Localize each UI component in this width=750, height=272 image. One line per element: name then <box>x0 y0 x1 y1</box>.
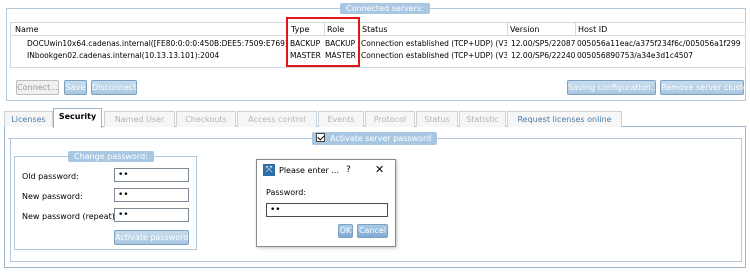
tab-events[interactable]: Events <box>318 111 364 127</box>
activate-server-password-label: Activate server password <box>330 134 432 143</box>
save-button[interactable]: Save <box>64 80 87 95</box>
cell-status: Connection established (TCP+UDP) (V3) <box>361 51 507 60</box>
col-version[interactable]: Version <box>510 25 539 34</box>
tab-security[interactable]: Security <box>53 108 102 128</box>
col-host-id[interactable]: Host ID <box>578 25 607 34</box>
type-role-highlight <box>286 17 360 67</box>
tab-request-licenses-online[interactable]: Request licenses online <box>507 111 622 127</box>
close-icon[interactable]: ✕ <box>375 163 384 176</box>
column-divider[interactable] <box>575 23 576 36</box>
dialog-password-label: Password: <box>266 188 307 197</box>
saving-configuration-button[interactable]: Saving configuration... <box>567 80 658 95</box>
new-password-label: New password: <box>22 192 83 201</box>
table-row[interactable]: DOCUwin10x64.cadenas.internal([FE80:0:0:… <box>11 39 745 50</box>
cell-host-id: 005056890753/a34e3d1c4507 <box>577 51 694 60</box>
help-icon[interactable]: ? <box>346 165 351 175</box>
new-password-field[interactable]: •• <box>114 188 189 202</box>
col-status[interactable]: Status <box>362 25 388 34</box>
change-password-title: Change password: <box>68 151 154 162</box>
cancel-button[interactable]: Cancel <box>357 224 388 238</box>
dialog-title: Please enter ... <box>279 166 340 175</box>
col-name[interactable]: Name <box>15 25 39 34</box>
tab-access-control[interactable]: Access control <box>237 111 317 127</box>
app-icon: ⤧ <box>263 164 275 176</box>
column-divider[interactable] <box>507 23 508 36</box>
connect-button[interactable]: Connect... <box>16 80 59 95</box>
ok-button[interactable]: OK <box>338 224 353 238</box>
table-row[interactable]: INbookgen02.cadenas.internal(10.13.13.10… <box>11 51 745 62</box>
remove-server-cluster-button[interactable]: Remove server cluster <box>660 80 750 95</box>
connected-servers-title: Connected servers: <box>340 3 430 14</box>
old-password-field[interactable]: •• <box>114 168 189 182</box>
cell-version: 12.00/SP6/222400 <box>511 51 575 60</box>
checkbox-icon[interactable] <box>316 133 325 142</box>
cell-host-id: 005056a11eac/a375f234f6c/005056a1f299 <box>577 39 741 48</box>
cell-name: DOCUwin10x64.cadenas.internal([FE80:0:0:… <box>27 39 287 48</box>
cell-version: 12.00/SP5/220879 <box>511 39 575 48</box>
activate-password-button[interactable]: Activate password <box>114 230 189 245</box>
old-password-label: Old password: <box>22 172 79 181</box>
password-dialog: ⤧ Please enter ... ? ✕ Password: •• OK C… <box>256 159 396 247</box>
servers-table: Name Type Role Status Version Host ID DO… <box>10 22 746 68</box>
tab-named-user[interactable]: Named User <box>104 111 175 127</box>
tab-protocol[interactable]: Protocol <box>365 111 415 127</box>
tab-status[interactable]: Status <box>416 111 458 127</box>
tab-checkouts[interactable]: Checkouts <box>176 111 236 127</box>
tab-licenses[interactable]: Licenses <box>4 111 53 127</box>
cell-name: INbookgen02.cadenas.internal(10.13.13.10… <box>27 51 220 60</box>
activate-server-password-checkbox[interactable]: Activate server password <box>312 132 438 145</box>
tab-statistic[interactable]: Statistic <box>459 111 506 127</box>
servers-table-header: Name Type Role Status Version Host ID <box>11 23 745 36</box>
tab-bar: Licenses Security Named User Checkouts A… <box>4 108 746 128</box>
dialog-password-field[interactable]: •• <box>266 203 388 217</box>
disconnect-button[interactable]: Disconnect <box>91 80 137 95</box>
cell-status: Connection established (TCP+UDP) (V3) <box>361 39 507 48</box>
repeat-password-field[interactable]: •• <box>114 208 189 222</box>
repeat-password-label: New password (repeat): <box>22 212 118 221</box>
